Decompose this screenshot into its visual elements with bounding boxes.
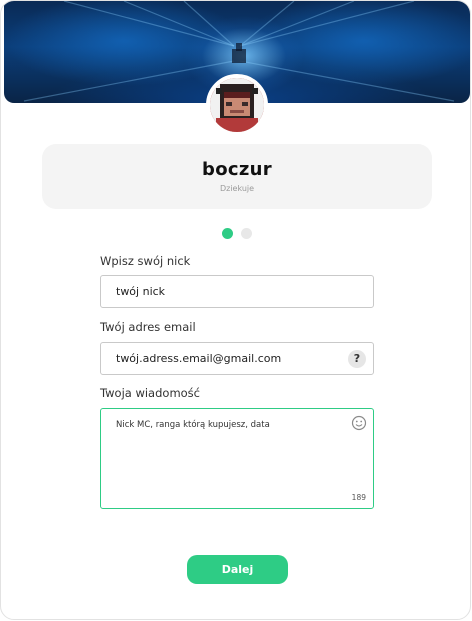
nick-input[interactable]: twój nick xyxy=(100,275,374,308)
email-label: Twój adres email xyxy=(100,320,196,334)
username: boczur xyxy=(202,159,272,180)
char-counter: 189 xyxy=(351,493,366,502)
message-textarea[interactable]: Nick MC, ranga którą kupujesz, data 189 xyxy=(100,408,374,509)
message-label: Twoja wiadomość xyxy=(100,386,200,400)
nick-label: Wpisz swój nick xyxy=(100,254,191,268)
form-card: boczur Dziekuje Wpisz swój nick twój nic… xyxy=(0,0,471,620)
profile-box: boczur Dziekuje xyxy=(42,144,432,209)
message-textarea-value: Nick MC, ranga którą kupujesz, data xyxy=(116,420,270,430)
next-button[interactable]: Dalej xyxy=(187,555,288,584)
step-dot-1-active[interactable] xyxy=(222,228,233,239)
avatar xyxy=(206,74,268,136)
profile-subtitle: Dziekuje xyxy=(219,184,255,193)
step-dot-2[interactable] xyxy=(241,228,252,239)
emoji-icon[interactable] xyxy=(351,415,367,431)
help-icon[interactable]: ? xyxy=(348,350,366,368)
email-input[interactable]: twój.adress.email@gmail.com ? xyxy=(100,342,374,375)
email-input-value: twój.adress.email@gmail.com xyxy=(116,352,282,365)
nick-input-value: twój nick xyxy=(116,285,166,298)
